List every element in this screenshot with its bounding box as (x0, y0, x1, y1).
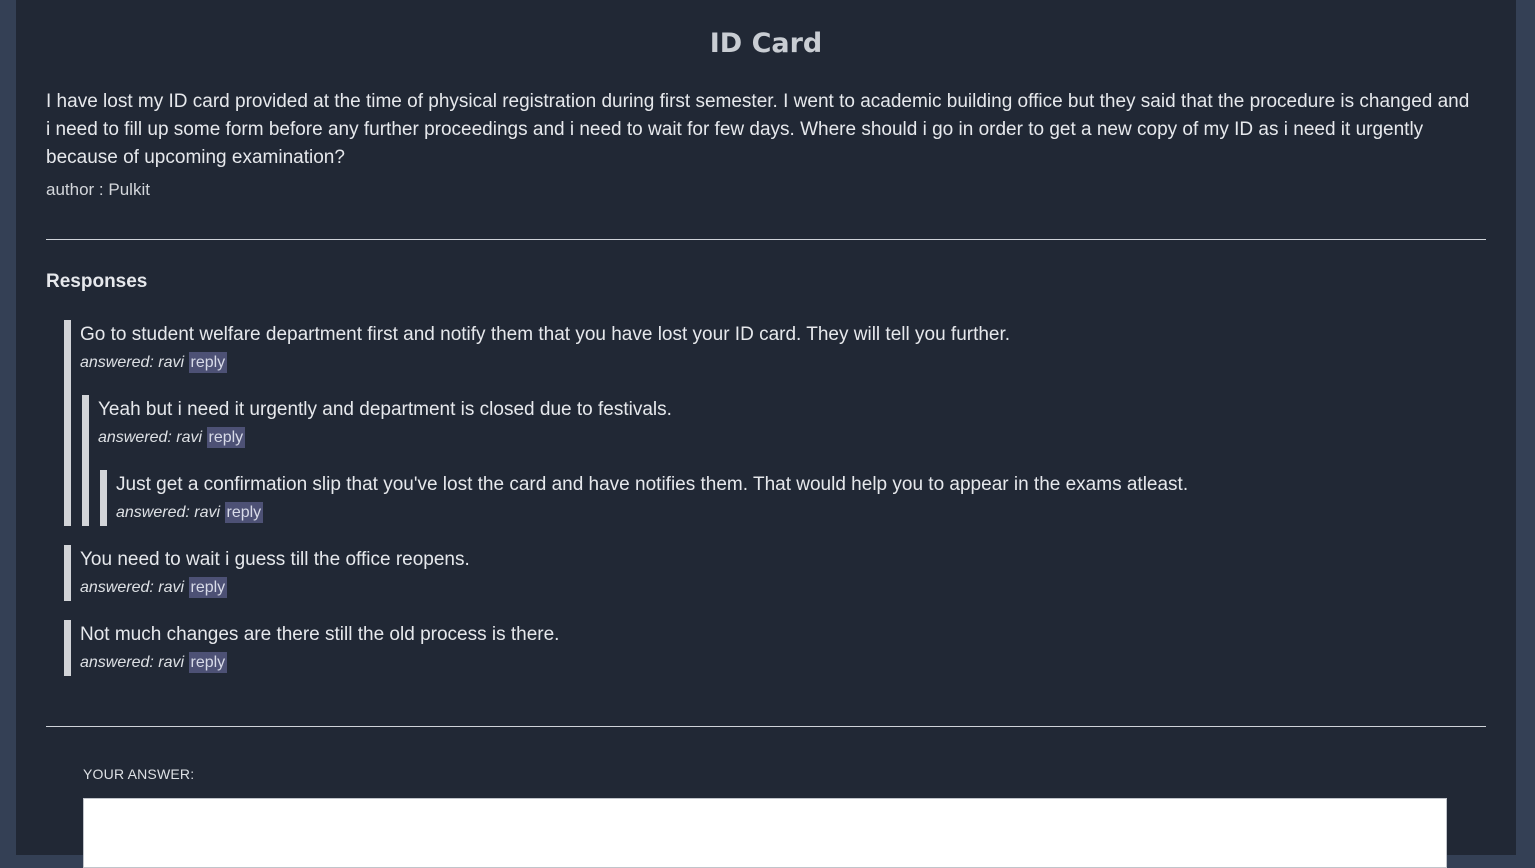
divider (46, 726, 1486, 727)
reply-button[interactable]: reply (224, 502, 264, 523)
answered-by: answered: ravi (80, 654, 185, 671)
reply-button[interactable]: reply (206, 427, 246, 448)
question-body: I have lost my ID card provided at the t… (46, 91, 1470, 168)
response-text: Go to student welfare department first a… (80, 324, 1011, 345)
response-meta: answered: ravi reply (98, 425, 1484, 451)
reply-button[interactable]: reply (188, 352, 228, 373)
answered-by: answered: ravi (116, 504, 221, 521)
response-meta: answered: ravi reply (80, 350, 1484, 376)
response-text: Yeah but i need it urgently and departme… (98, 399, 672, 420)
answer-input[interactable] (83, 798, 1447, 868)
reply-button[interactable]: reply (188, 652, 228, 673)
response-text: You need to wait i guess till the office… (80, 549, 470, 570)
responses-heading: Responses (46, 271, 148, 292)
response-text: Just get a confirmation slip that you've… (116, 474, 1189, 495)
nested-responses: Just get a confirmation slip that you've… (100, 470, 1484, 526)
reply-button[interactable]: reply (188, 577, 228, 598)
question-author: author : Pulkit (46, 180, 150, 199)
response-text: Not much changes are there still the old… (80, 624, 560, 645)
your-answer-label: YOUR ANSWER: (83, 766, 195, 782)
responses-list: Go to student welfare department first a… (64, 320, 1484, 696)
response-meta: answered: ravi reply (116, 500, 1484, 526)
answered-by: answered: ravi (80, 579, 185, 596)
page-title: ID Card (709, 28, 823, 59)
divider (46, 239, 1486, 240)
answered-by: answered: ravi (98, 429, 203, 446)
response-item: Not much changes are there still the old… (64, 620, 1484, 676)
response-meta: answered: ravi reply (80, 575, 1484, 601)
question-panel: ID Card I have lost my ID card provided … (16, 0, 1516, 868)
answered-by: answered: ravi (80, 354, 185, 371)
nested-responses: Yeah but i need it urgently and departme… (82, 395, 1484, 526)
response-meta: answered: ravi reply (80, 650, 1484, 676)
response-item: Go to student welfare department first a… (64, 320, 1484, 526)
response-item: Yeah but i need it urgently and departme… (82, 395, 1484, 526)
response-item: Just get a confirmation slip that you've… (100, 470, 1484, 526)
response-item: You need to wait i guess till the office… (64, 545, 1484, 601)
